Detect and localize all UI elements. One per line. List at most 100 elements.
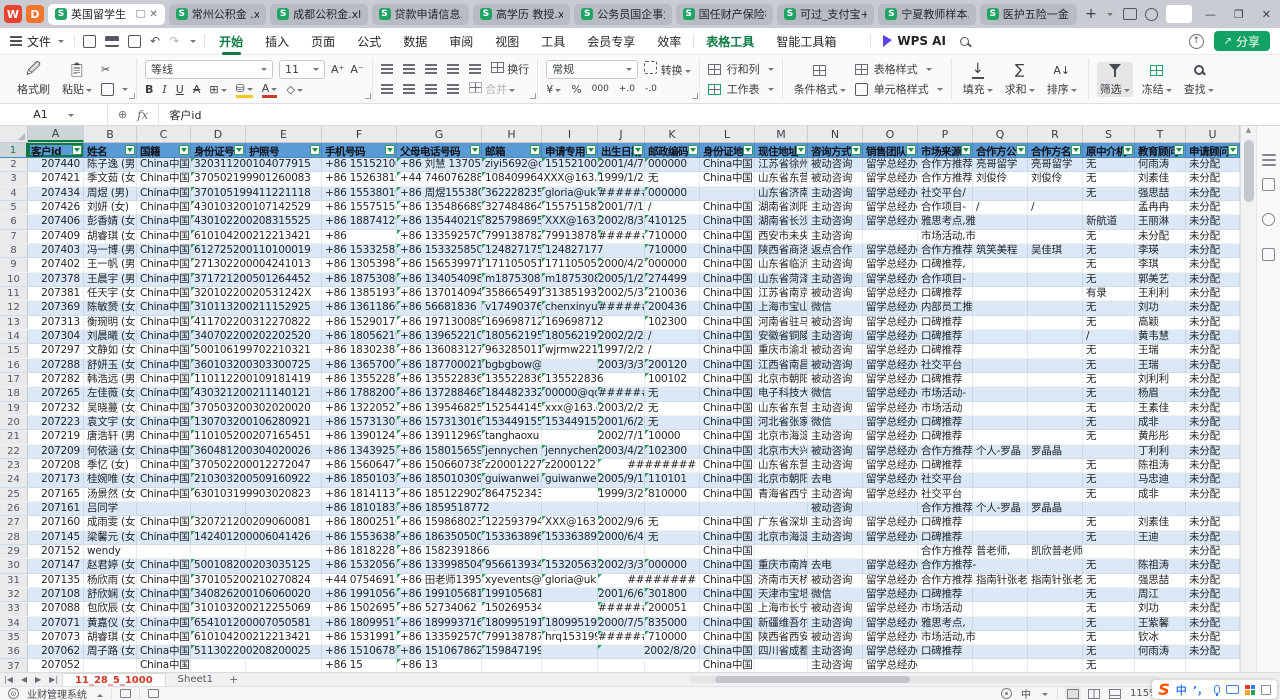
filter-header-cell[interactable]: 合作方公 [973, 143, 1028, 157]
cell[interactable]: +86 15263810 [322, 172, 397, 185]
cell[interactable]: 110101 [645, 473, 700, 486]
cell[interactable]: China中国 [700, 201, 755, 214]
row-number[interactable]: 37 [0, 659, 28, 672]
cell[interactable]: China中国 [700, 445, 755, 458]
cell[interactable] [542, 545, 598, 558]
cell[interactable]: 无 [1083, 430, 1135, 443]
cell[interactable]: 610104200212213421 [191, 230, 322, 243]
cell[interactable]: / [973, 201, 1028, 214]
cell[interactable] [755, 659, 808, 672]
cell[interactable]: 留学总经办 [863, 301, 918, 314]
tab-smart-toolbox[interactable]: 智能工具箱 [776, 33, 836, 50]
cell[interactable]: 710000 [645, 230, 700, 243]
cell[interactable]: 主动咨询 [808, 645, 863, 658]
cell[interactable]: China中国 [137, 531, 191, 544]
cell[interactable]: China中国 [137, 172, 191, 185]
filter-dropdown-icon[interactable] [310, 145, 320, 155]
row-number[interactable]: 34 [0, 617, 28, 630]
cell[interactable]: +86 15538019 [322, 187, 397, 200]
cell[interactable]: ######## [598, 187, 645, 200]
cell[interactable]: China中国 [700, 645, 755, 658]
menu-item-开始[interactable]: 开始 [219, 29, 243, 54]
cell[interactable]: 110112200109181419 [191, 373, 322, 386]
cell[interactable]: 主动咨询 [808, 659, 863, 672]
cell[interactable]: 207282 [28, 373, 84, 386]
cell[interactable]: 合作方推荐 [918, 172, 973, 185]
cell[interactable]: +86 15106786 [322, 645, 397, 658]
row-number[interactable]: 35 [0, 631, 28, 644]
cell[interactable]: 102300 [645, 445, 700, 458]
filter-dropdown-icon[interactable] [796, 145, 806, 155]
cell[interactable]: 310103200212255069 [191, 602, 322, 615]
cell[interactable]: 无 [1083, 230, 1135, 243]
cell[interactable]: jennychen [542, 445, 598, 458]
cell[interactable]: China中国 [137, 559, 191, 572]
cell[interactable]: 810000 [645, 488, 700, 501]
share-button[interactable]: ↗ 分享 [1214, 31, 1270, 51]
cell[interactable]: 王丽淋 [1135, 215, 1186, 228]
cell[interactable]: 200436 [645, 301, 700, 314]
cell[interactable]: guiwanwei [482, 473, 542, 486]
cell[interactable]: 未分配 [1186, 301, 1240, 314]
cell[interactable]: / [1028, 201, 1083, 214]
align-left-icon[interactable] [381, 84, 393, 86]
cell[interactable] [1135, 545, 1186, 558]
cell[interactable]: +86 1370140948 [397, 287, 482, 300]
cell[interactable]: 河南省驻马 [755, 316, 808, 329]
cell[interactable]: 留学总经办 [863, 631, 918, 644]
cell[interactable]: 吴晓蔓 (女 [84, 402, 137, 415]
cell[interactable]: 留学总经办 [863, 473, 918, 486]
cell[interactable]: 强思喆 [1135, 187, 1186, 200]
row-number[interactable]: 13 [0, 316, 28, 329]
cell[interactable]: 刘俊伶 [973, 172, 1028, 185]
document-tab[interactable]: S贷款申请信息.xlsx [372, 4, 469, 25]
cell[interactable]: 171105051 [542, 258, 598, 271]
cell[interactable]: 207161 [28, 502, 84, 515]
cell[interactable]: 主动咨询 [808, 201, 863, 214]
cell[interactable] [645, 659, 700, 672]
cell[interactable] [1028, 344, 1083, 357]
cell[interactable]: gloria@uk [542, 574, 598, 587]
cell[interactable] [1028, 659, 1083, 672]
cell[interactable]: 无 [1083, 645, 1135, 658]
cell[interactable]: 高颖 [1135, 316, 1186, 329]
font-color-button[interactable]: A [262, 82, 278, 97]
cell[interactable]: 未分配 [1186, 215, 1240, 228]
sheet-grid[interactable]: 1客户id姓名国籍身份证号护照号手机号码父母电话号码邮箱申请专用出生日期邮政编码… [0, 143, 1240, 672]
cell[interactable]: China中国 [137, 430, 191, 443]
cell[interactable]: 黄嘉仪 (女 [84, 617, 137, 630]
cell[interactable]: China中国 [137, 445, 191, 458]
cell[interactable]: 825798695 [482, 215, 542, 228]
cell[interactable]: 未分配 [1186, 574, 1240, 587]
cell[interactable]: guiwanwei [542, 473, 598, 486]
cell[interactable] [973, 459, 1028, 472]
cell[interactable]: China中国 [137, 158, 191, 171]
cell[interactable]: 2003/3/30 [598, 359, 645, 372]
cell[interactable]: 王利利 [1135, 287, 1186, 300]
cut-button[interactable]: ✂ [101, 59, 128, 79]
cell[interactable]: 留学总经办 [863, 531, 918, 544]
row-number[interactable]: 14 [0, 330, 28, 343]
cell[interactable]: 135522836 [482, 373, 542, 386]
cell[interactable]: 未分配 [1186, 344, 1240, 357]
cell[interactable]: 358665491 [482, 287, 542, 300]
macro-icon[interactable] [120, 689, 131, 698]
cell[interactable]: 左佳薇 (女 [84, 387, 137, 400]
cell[interactable] [1028, 273, 1083, 286]
tab-list-chevron-icon[interactable] [1107, 13, 1113, 19]
cell[interactable]: China中国 [137, 230, 191, 243]
cell[interactable]: +86 18753080 [322, 273, 397, 286]
filter-dropdown-icon[interactable] [688, 145, 698, 155]
cell[interactable]: 864752343 [482, 488, 542, 501]
cell[interactable]: 留学总经办 [863, 344, 918, 357]
row-number[interactable]: 9 [0, 258, 28, 271]
cell[interactable]: China中国 [700, 559, 755, 572]
cell[interactable]: +86 1573130169 [397, 416, 482, 429]
search-circle-icon[interactable]: ⊕ [118, 108, 127, 121]
align-middle-icon[interactable] [403, 64, 415, 66]
filter-header-cell[interactable]: 市场来源 [918, 143, 973, 157]
cell[interactable]: 黄彤彤 [1135, 430, 1186, 443]
filter-dropdown-icon[interactable] [1016, 145, 1026, 155]
document-tab[interactable]: S医护五险一金.xlsx [980, 4, 1077, 25]
justify-icon[interactable] [447, 84, 459, 86]
